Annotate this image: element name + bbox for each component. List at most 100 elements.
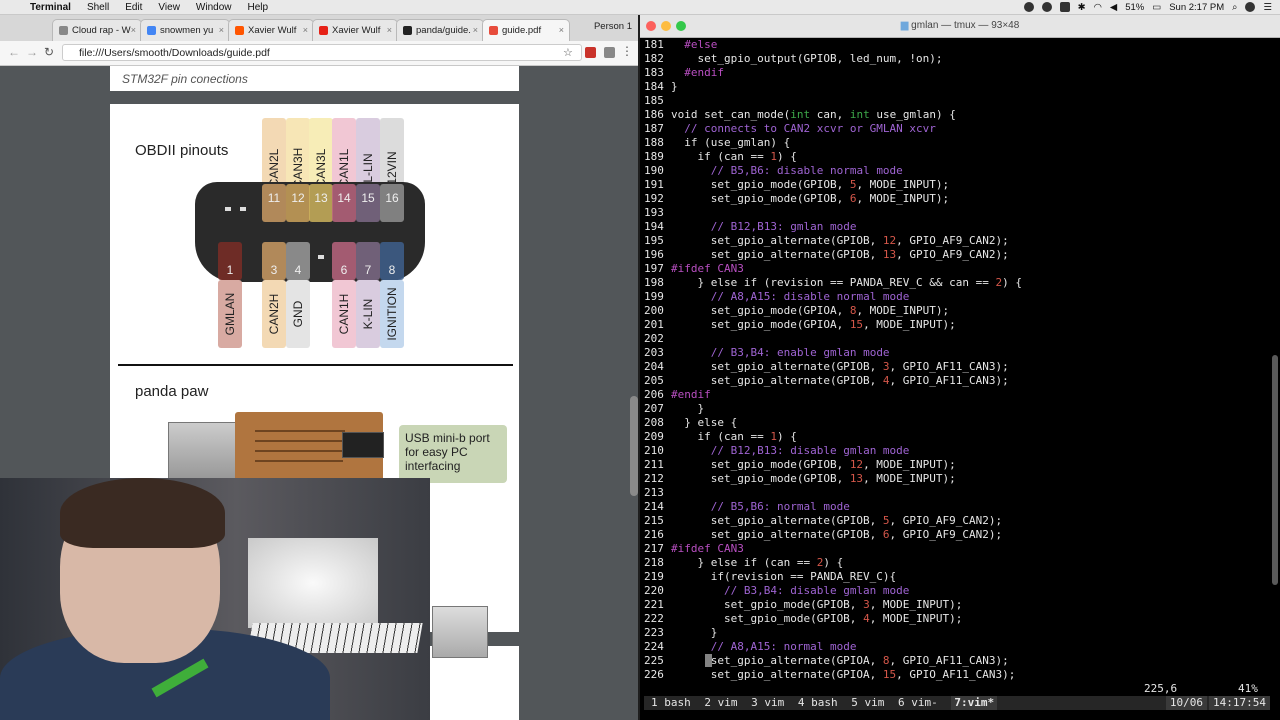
code-line: 205 set_gpio_alternate(GPIOB, 4, GPIO_AF… bbox=[644, 374, 1009, 387]
tab-title: Xavier Wulf bbox=[248, 25, 297, 36]
tab-title: guide.pdf bbox=[502, 25, 542, 36]
code-line: 198 } else if (revision == PANDA_REV_C &… bbox=[644, 276, 1023, 289]
menu-help[interactable]: Help bbox=[248, 2, 269, 13]
back-icon[interactable]: ← bbox=[8, 45, 20, 59]
code-line: 193 bbox=[644, 206, 664, 219]
browser-tab[interactable]: Cloud rap - W × bbox=[52, 19, 142, 41]
pdf-favicon-icon bbox=[489, 26, 498, 35]
tab-close-icon[interactable]: × bbox=[473, 25, 478, 35]
browser-tab[interactable]: Xavier Wulf × bbox=[228, 19, 314, 41]
code-line: 212 set_gpio_mode(GPIOB, 13, MODE_INPUT)… bbox=[644, 472, 956, 485]
code-line: 185 bbox=[644, 94, 664, 107]
menu-window[interactable]: Window bbox=[196, 2, 232, 13]
extension-icon[interactable] bbox=[604, 47, 615, 58]
vim-scroll-percent: 41% bbox=[1238, 682, 1258, 695]
code-line: 213 bbox=[644, 486, 664, 499]
code-line: 225 set_gpio_alternate(GPIOA, 8, GPIO_AF… bbox=[644, 654, 1009, 667]
menu-edit[interactable]: Edit bbox=[125, 2, 142, 13]
code-line: 203 // B3,B4: enable gmlan mode bbox=[644, 346, 890, 359]
browser-tab[interactable]: snowmen yu × bbox=[140, 19, 230, 41]
wifi-icon[interactable]: ◠ bbox=[1094, 2, 1102, 13]
menu-app-name[interactable]: Terminal bbox=[30, 2, 71, 13]
code-line: 189 if (can == 1) { bbox=[644, 150, 797, 163]
tab-close-icon[interactable]: × bbox=[559, 25, 564, 35]
pin-contact bbox=[240, 207, 246, 211]
pin-contact bbox=[225, 207, 231, 211]
code-line: 182 set_gpio_output(GPIOB, led_num, !on)… bbox=[644, 52, 943, 65]
webcam-window-light bbox=[248, 538, 378, 628]
code-line: 196 set_gpio_alternate(GPIOB, 13, GPIO_A… bbox=[644, 248, 1009, 261]
notification-center-icon[interactable]: ☰ bbox=[1263, 2, 1272, 13]
tab-close-icon[interactable]: × bbox=[219, 25, 224, 35]
code-line: 202 bbox=[644, 332, 664, 345]
code-line: 218 } else if (can == 2) { bbox=[644, 556, 844, 569]
tmux-window[interactable]: 3 vim bbox=[751, 696, 784, 710]
code-line: 221 set_gpio_mode(GPIOB, 3, MODE_INPUT); bbox=[644, 598, 963, 611]
chrome-menu-icon[interactable]: ⋮ bbox=[621, 44, 633, 58]
panda-paw-title: panda paw bbox=[135, 383, 209, 400]
pin-number: 7 bbox=[364, 263, 372, 277]
wikipedia-favicon-icon bbox=[59, 26, 68, 35]
tmux-status-bar: 1 bash 2 vim 3 vim 4 bash 5 vim 6 vim- 7… bbox=[644, 696, 1270, 710]
tab-close-icon[interactable]: × bbox=[387, 25, 392, 35]
tmux-window[interactable]: 6 vim- bbox=[898, 696, 938, 710]
terminal-title-text: gmlan — tmux — 93×48 bbox=[911, 20, 1020, 31]
soundcloud-favicon-icon bbox=[235, 26, 244, 35]
menu-shell[interactable]: Shell bbox=[87, 2, 109, 13]
tmux-window[interactable]: 1 bash bbox=[651, 696, 691, 710]
code-line: 207 } bbox=[644, 402, 705, 415]
address-bar[interactable]: file:///Users/smooth/Downloads/guide.pdf bbox=[62, 44, 582, 61]
code-line: 183 #endif bbox=[644, 66, 724, 79]
code-line: 210 // B12,B13: disable gmlan mode bbox=[644, 444, 910, 457]
menu-view[interactable]: View bbox=[158, 2, 180, 13]
pin-number: 12 bbox=[291, 191, 305, 205]
tab-close-icon[interactable]: × bbox=[131, 25, 136, 35]
volume-icon[interactable]: ◀ bbox=[1110, 2, 1117, 13]
pin-label: GND bbox=[286, 280, 310, 348]
pin-number: 11 bbox=[267, 191, 281, 205]
code-line: 224 // A8,A15: normal mode bbox=[644, 640, 857, 653]
webcam-hair bbox=[60, 478, 225, 548]
webcam-overlay bbox=[0, 478, 430, 720]
code-line: 219 if(revision == PANDA_REV_C){ bbox=[644, 570, 897, 583]
code-line: 208 } else { bbox=[644, 416, 738, 429]
tmux-window-active[interactable]: 7:vim* bbox=[951, 696, 998, 710]
tmux-window[interactable]: 5 vim bbox=[851, 696, 884, 710]
code-line: 220 // B3,B4: disable gmlan mode bbox=[644, 584, 910, 597]
tmux-window[interactable]: 2 vim bbox=[704, 696, 737, 710]
pin-label: CAN1H bbox=[332, 280, 356, 348]
tmux-window[interactable]: 4 bash bbox=[798, 696, 838, 710]
browser-tab[interactable]: panda/guide. × bbox=[396, 19, 484, 41]
terminal-title: ▆ gmlan — tmux — 93×48 bbox=[640, 20, 1280, 31]
battery-percent[interactable]: 51% bbox=[1125, 2, 1144, 13]
reload-icon[interactable]: ↻ bbox=[44, 45, 54, 59]
bluetooth-icon[interactable]: ✱ bbox=[1078, 2, 1086, 13]
vim-buffer[interactable]: 181 #else 182 set_gpio_output(GPIOB, led_… bbox=[644, 38, 1268, 682]
spotlight-search-icon[interactable]: ⌕ bbox=[1232, 2, 1237, 13]
pin-contact bbox=[318, 255, 324, 259]
code-line: 204 set_gpio_alternate(GPIOB, 3, GPIO_AF… bbox=[644, 360, 1009, 373]
pdf-scrollbar[interactable] bbox=[630, 396, 638, 496]
usb-plug-image bbox=[168, 422, 240, 479]
status-dropbox-icon[interactable] bbox=[1059, 2, 1070, 12]
bookmark-star-icon[interactable]: ☆ bbox=[563, 46, 573, 59]
extension-icon[interactable] bbox=[585, 47, 596, 58]
menubar-clock[interactable]: Sun 2:17 PM bbox=[1169, 2, 1224, 13]
status-sync-icon[interactable] bbox=[1041, 2, 1052, 12]
terminal-titlebar: ▆ gmlan — tmux — 93×48 bbox=[640, 15, 1280, 38]
obd-title: OBDII pinouts bbox=[135, 142, 229, 159]
browser-tab[interactable]: Xavier Wulf × bbox=[312, 19, 398, 41]
google-favicon-icon bbox=[147, 26, 156, 35]
code-line: 211 set_gpio_mode(GPIOB, 12, MODE_INPUT)… bbox=[644, 458, 956, 471]
forward-icon[interactable]: → bbox=[26, 45, 38, 59]
code-line: 214 // B5,B6: normal mode bbox=[644, 500, 850, 513]
tab-close-icon[interactable]: × bbox=[303, 25, 308, 35]
status-app-icon[interactable] bbox=[1023, 2, 1034, 12]
code-line: 206 #endif bbox=[644, 388, 711, 401]
terminal-scrollbar[interactable] bbox=[1272, 355, 1278, 585]
user-avatar-icon[interactable] bbox=[1245, 2, 1256, 12]
profile-button[interactable]: Person 1 bbox=[594, 21, 632, 32]
browser-tab-active[interactable]: guide.pdf × bbox=[482, 19, 570, 41]
battery-icon[interactable]: ▭ bbox=[1152, 2, 1161, 13]
pcb-trace bbox=[255, 430, 345, 432]
